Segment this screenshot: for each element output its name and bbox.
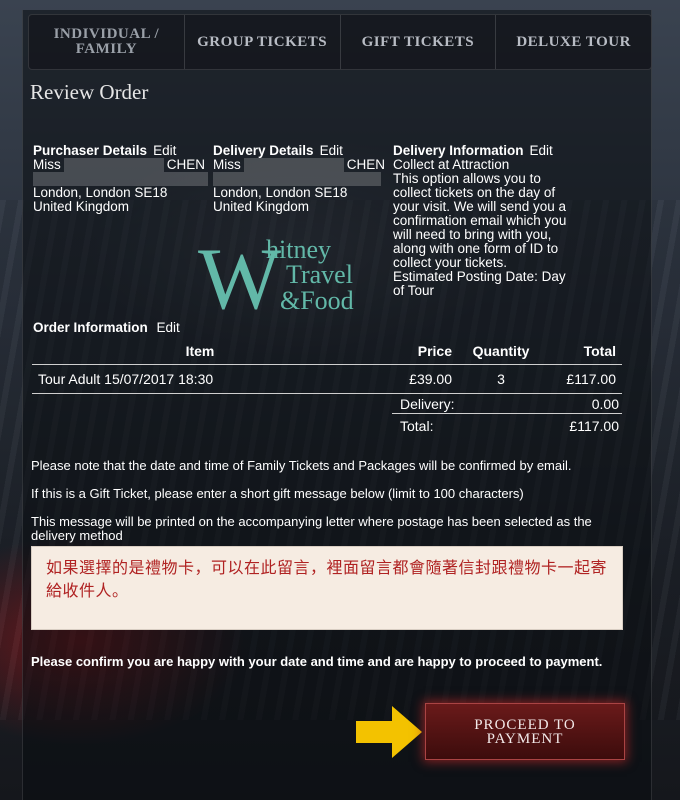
delivery-description: This option allows you to collect ticket…	[393, 171, 567, 270]
table-row: Tour Adult 15/07/2017 18:30 £39.00 3 £11…	[32, 364, 622, 394]
purchaser-details: Purchaser Details Edit Miss CHEN London, L…	[33, 144, 208, 214]
tab-individual-family[interactable]: INDIVIDUAL / FAMILY	[29, 15, 185, 69]
order-edit-link[interactable]: Edit	[157, 320, 180, 335]
delivery-edit-link[interactable]: Edit	[320, 143, 343, 158]
family-tickets-note: Please note that the date and time of Fa…	[31, 458, 572, 473]
delivery-info-heading: Delivery Information	[393, 143, 524, 158]
row-price: £39.00	[368, 364, 458, 394]
arrow-right-icon	[356, 706, 422, 758]
delivery-address-country: United Kingdom	[213, 199, 310, 214]
purchaser-heading: Purchaser Details	[33, 143, 148, 158]
grand-total-value: £117.00	[569, 418, 619, 434]
proceed-to-payment-button[interactable]: PROCEED TO PAYMENT	[425, 703, 625, 760]
logo-text-travel: Travel	[286, 260, 353, 289]
posting-date: Estimated Posting Date: Day of Tour	[393, 269, 566, 298]
column-header-item: Item	[32, 338, 368, 365]
page-title: Review Order	[30, 80, 149, 104]
ticket-type-tabs: INDIVIDUAL / FAMILY GROUP TICKETS GIFT T…	[28, 14, 652, 70]
row-total: £117.00	[544, 364, 622, 394]
delivery-fee-value: 0.00	[591, 396, 619, 412]
delivery-heading: Delivery Details	[213, 143, 314, 158]
redacted-name	[243, 158, 344, 172]
purchaser-salutation: Miss	[33, 157, 61, 172]
purchaser-address-country: United Kingdom	[33, 199, 130, 214]
purchaser-address-city: London, London SE18	[33, 185, 168, 200]
order-table-header: Item Price Quantity Total	[32, 338, 622, 365]
column-header-quantity: Quantity	[458, 338, 544, 365]
redacted-address	[33, 172, 208, 186]
redacted-name	[63, 158, 164, 172]
confirmation-text: Please confirm you are happy with your d…	[31, 654, 603, 669]
row-quantity: 3	[458, 364, 544, 394]
column-header-price: Price	[368, 338, 458, 365]
gift-message-textarea[interactable]: 如果選擇的是禮物卡，可以在此留言，裡面留言都會隨著信封跟禮物卡一起寄給收件人。	[31, 546, 623, 630]
gift-ticket-note: If this is a Gift Ticket, please enter a…	[31, 486, 524, 501]
order-totals: Delivery: 0.00 Total: £117.00	[32, 396, 622, 438]
tab-deluxe-tour[interactable]: DELUXE TOUR	[496, 15, 651, 69]
purchaser-surname: CHEN	[166, 157, 206, 172]
purchaser-edit-link[interactable]: Edit	[153, 143, 176, 158]
tab-group-tickets[interactable]: GROUP TICKETS	[185, 15, 341, 69]
tab-gift-tickets[interactable]: GIFT TICKETS	[341, 15, 497, 69]
grand-total-label: Total:	[400, 418, 434, 434]
delivery-information: Delivery Information Edit Collect at Attr…	[393, 144, 573, 298]
divider	[392, 413, 622, 414]
delivery-info-edit-link[interactable]: Edit	[530, 143, 553, 158]
delivery-fee-label: Delivery:	[400, 396, 455, 412]
delivery-details: Delivery Details Edit Miss CHEN London, Lo…	[213, 144, 388, 214]
redacted-address	[213, 172, 381, 186]
delivery-surname: CHEN	[346, 157, 386, 172]
whitney-travel-food-logo: W hitney Travel &Food	[198, 232, 354, 314]
column-header-total: Total	[544, 338, 622, 365]
delivery-method: Collect at Attraction	[393, 157, 510, 172]
delivery-salutation: Miss	[213, 157, 241, 172]
order-table: Item Price Quantity Total Tour Adult 15/…	[32, 338, 622, 394]
delivery-address-city: London, London SE18	[213, 185, 348, 200]
logo-text-food: &Food	[280, 286, 354, 314]
row-item: Tour Adult 15/07/2017 18:30	[32, 364, 368, 394]
order-information-header: Order Information Edit	[33, 320, 180, 335]
order-heading: Order Information	[33, 320, 148, 335]
printed-message-note: This message will be printed on the acco…	[31, 514, 592, 543]
